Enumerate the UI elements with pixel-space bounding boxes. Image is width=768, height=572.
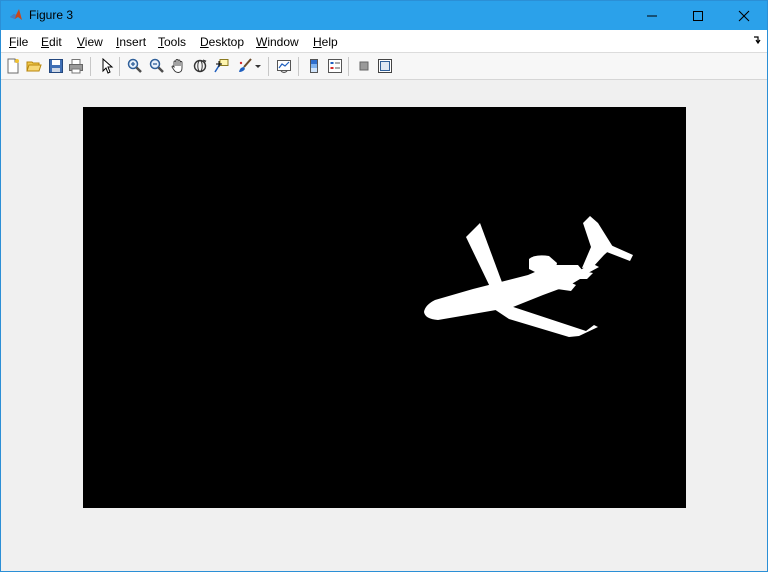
zoom-in-icon <box>127 58 142 73</box>
hide-plot-tools-button[interactable] <box>355 57 373 75</box>
toolbar-separator <box>298 57 299 76</box>
menu-file[interactable]: File <box>9 35 28 49</box>
minimize-button[interactable] <box>629 1 675 30</box>
brush-dropdown-button[interactable] <box>253 57 263 75</box>
menu-help[interactable]: Help <box>313 35 338 49</box>
open-file-button[interactable] <box>25 57 43 75</box>
airplane-mask-image <box>424 216 633 337</box>
insert-colorbar-button[interactable] <box>305 57 323 75</box>
close-button[interactable] <box>721 1 767 30</box>
window-title: Figure 3 <box>29 8 74 22</box>
brush-dropdown-icon <box>255 65 261 68</box>
matlab-logo-icon <box>9 8 23 22</box>
new-figure-icon <box>7 58 19 74</box>
menu-desktop[interactable]: Desktop <box>200 35 244 49</box>
toolbar-separator <box>268 57 269 76</box>
brush-icon <box>239 58 252 72</box>
close-icon <box>738 10 750 21</box>
zoom-out-button[interactable] <box>148 57 166 75</box>
menu-bar: File Edit View Insert Tools Desktop Wind… <box>1 30 767 53</box>
link-plot-icon <box>277 60 291 74</box>
toolbar-separator <box>348 57 349 76</box>
maximize-icon <box>693 10 703 21</box>
edit-plot-button[interactable] <box>98 57 116 75</box>
maximize-button[interactable] <box>675 1 721 30</box>
menu-insert[interactable]: Insert <box>116 35 146 49</box>
pan-hand-icon <box>171 59 183 73</box>
print-icon <box>69 59 83 74</box>
insert-legend-button[interactable] <box>326 57 344 75</box>
figure-canvas <box>1 80 767 571</box>
edit-plot-arrow-icon <box>102 58 114 74</box>
menu-view[interactable]: View <box>77 35 103 49</box>
menu-edit[interactable]: Edit <box>41 35 62 49</box>
menu-overflow-icon[interactable] <box>753 36 761 45</box>
figure-window: Figure 3 File Edit View Insert Tools Des… <box>0 0 768 572</box>
toolbar-separator <box>90 57 91 76</box>
pan-button[interactable] <box>169 57 187 75</box>
rotate-3d-icon <box>193 59 207 73</box>
menu-tools[interactable]: Tools <box>158 35 186 49</box>
insert-legend-icon <box>328 59 342 73</box>
open-file-icon <box>26 61 42 72</box>
hide-plot-tools-icon <box>359 61 369 71</box>
image-axes[interactable] <box>83 107 686 508</box>
show-plot-tools-button[interactable] <box>376 57 394 75</box>
toolbar-separator <box>119 57 120 76</box>
show-plot-tools-icon <box>378 59 392 73</box>
new-figure-button[interactable] <box>4 57 22 75</box>
figure-toolbar <box>1 53 767 80</box>
zoom-in-button[interactable] <box>126 57 144 75</box>
rotate-3d-button[interactable] <box>191 57 209 75</box>
zoom-out-icon <box>149 58 164 73</box>
save-button[interactable] <box>47 57 65 75</box>
minimize-icon <box>647 15 657 16</box>
title-bar[interactable]: Figure 3 <box>1 1 767 30</box>
print-button[interactable] <box>67 57 85 75</box>
data-cursor-icon <box>214 59 229 73</box>
save-icon <box>49 59 63 73</box>
insert-colorbar-icon <box>310 59 318 73</box>
link-plot-button[interactable] <box>275 57 293 75</box>
menu-window[interactable]: Window <box>256 35 299 49</box>
brush-button[interactable] <box>236 57 254 75</box>
data-cursor-button[interactable] <box>212 57 230 75</box>
